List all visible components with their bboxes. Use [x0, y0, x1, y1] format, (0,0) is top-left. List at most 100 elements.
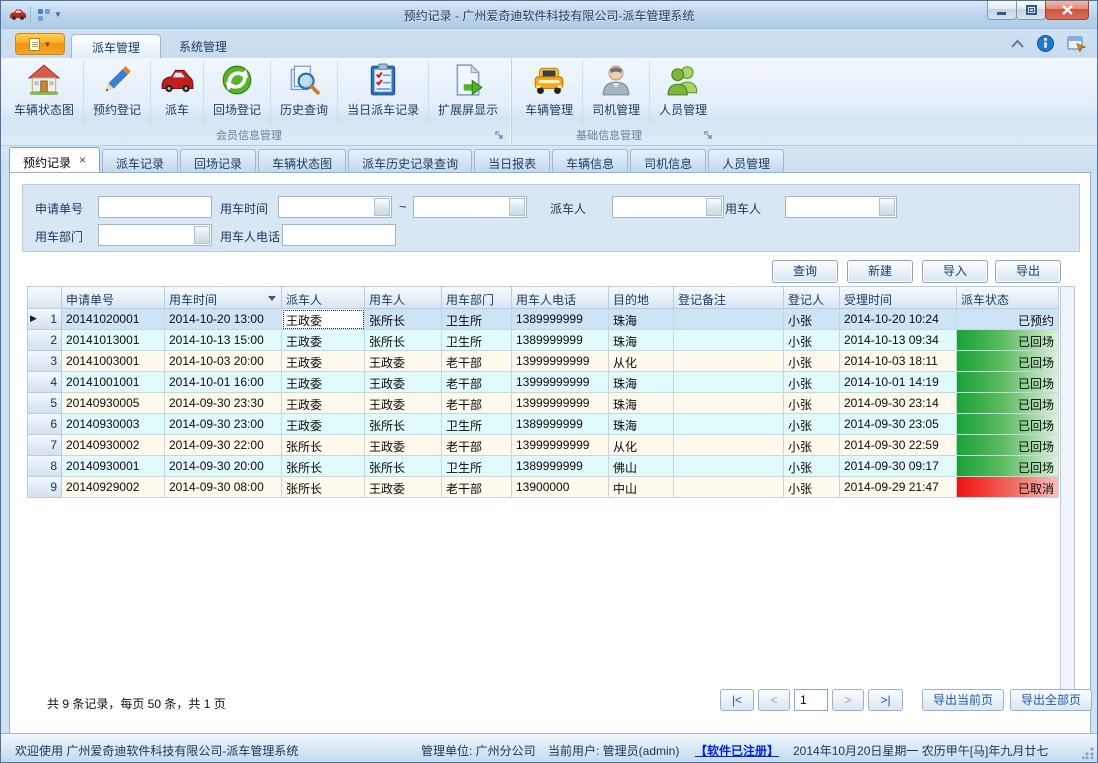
use-time-to-combo[interactable] [413, 196, 527, 218]
column-header[interactable]: 用车时间 [165, 286, 282, 309]
collapse-ribbon-icon[interactable] [1011, 39, 1024, 48]
cell-order[interactable]: 20140930003 [62, 414, 165, 435]
doctab-reservation-records[interactable]: 预约记录× [9, 147, 100, 173]
export-current-page-button[interactable]: 导出当前页 [922, 689, 1004, 711]
cell-dept[interactable]: 老干部 [442, 351, 512, 372]
user-phone-input[interactable] [282, 224, 396, 246]
cell-note[interactable] [674, 456, 784, 477]
table-row[interactable]: 7201409300022014-09-30 22:00张所长王政委老干部139… [27, 435, 1059, 456]
cell-order[interactable]: 20141013001 [62, 330, 165, 351]
cell-dispatcher[interactable]: 张所长 [282, 456, 365, 477]
row-header[interactable]: 4 [27, 372, 62, 393]
cell-registrar[interactable]: 小张 [784, 330, 840, 351]
cell-dept[interactable]: 老干部 [442, 435, 512, 456]
cell-user[interactable]: 王政委 [365, 393, 442, 414]
dialog-launcher-icon[interactable] [704, 131, 715, 142]
cell-dest[interactable]: 珠海 [609, 372, 674, 393]
cell-user[interactable]: 张所长 [365, 330, 442, 351]
cell-dept[interactable]: 卫生所 [442, 309, 512, 330]
column-header[interactable]: 用车人电话 [512, 286, 609, 309]
cell-status[interactable]: 已回场 [957, 456, 1059, 477]
cell-dispatcher[interactable]: 王政委 [282, 330, 365, 351]
cell-user[interactable]: 王政委 [365, 477, 442, 498]
cell-user[interactable]: 张所长 [365, 456, 442, 477]
extended-screen-button[interactable]: 扩展屏显示 [428, 60, 507, 126]
doctab-vehicle-status-map[interactable]: 车辆状态图 [258, 149, 346, 173]
table-row[interactable]: 4201410010012014-10-01 16:00王政委王政委老干部139… [27, 372, 1059, 393]
cell-note[interactable] [674, 351, 784, 372]
cell-dispatcher[interactable]: 王政委 [282, 372, 365, 393]
cell-dispatcher[interactable]: 张所长 [282, 435, 365, 456]
table-row[interactable]: 6201409300032014-09-30 23:00王政委张所长卫生所138… [27, 414, 1059, 435]
last-page-button[interactable]: >| [868, 689, 903, 711]
doctab-personnel-management[interactable]: 人员管理 [708, 149, 784, 173]
cell-accepted[interactable]: 2014-09-30 09:17 [840, 456, 957, 477]
cell-accepted[interactable]: 2014-10-01 14:19 [840, 372, 957, 393]
vertical-scrollbar[interactable] [1060, 286, 1075, 690]
cell-dest[interactable]: 珠海 [609, 309, 674, 330]
cell-time[interactable]: 2014-09-30 08:00 [165, 477, 282, 498]
cell-user[interactable]: 张所长 [365, 414, 442, 435]
query-button[interactable]: 查询 [772, 260, 838, 283]
cell-time[interactable]: 2014-09-30 20:00 [165, 456, 282, 477]
doctab-driver-info[interactable]: 司机信息 [630, 149, 706, 173]
row-header[interactable]: 2 [27, 330, 62, 351]
cell-time[interactable]: 2014-09-30 22:00 [165, 435, 282, 456]
export-button[interactable]: 导出 [995, 260, 1061, 283]
cell-time[interactable]: 2014-10-20 13:00 [165, 309, 282, 330]
cell-registrar[interactable]: 小张 [784, 435, 840, 456]
row-header[interactable]: 7 [27, 435, 62, 456]
cell-user[interactable]: 王政委 [365, 435, 442, 456]
request-no-input[interactable] [98, 196, 212, 218]
table-row[interactable]: 1▶201410200012014-10-20 13:00王政委张所长卫生所13… [27, 309, 1059, 330]
cell-note[interactable] [674, 372, 784, 393]
cell-status[interactable]: 已回场 [957, 414, 1059, 435]
column-header[interactable]: 登记备注 [674, 286, 784, 309]
cell-status[interactable]: 已回场 [957, 351, 1059, 372]
cell-status[interactable]: 已回场 [957, 330, 1059, 351]
cell-dispatcher[interactable]: 张所长 [282, 477, 365, 498]
cell-order[interactable]: 20141003001 [62, 351, 165, 372]
chevron-down-icon[interactable] [879, 198, 895, 216]
page-number-input[interactable] [794, 689, 828, 711]
row-header[interactable]: 6 [27, 414, 62, 435]
dispatch-button[interactable]: 派车 [150, 60, 203, 126]
cell-order[interactable]: 20141001001 [62, 372, 165, 393]
cell-phone[interactable]: 1389999999 [512, 414, 609, 435]
doctab-return-records[interactable]: 回场记录 [180, 149, 256, 173]
cell-registrar[interactable]: 小张 [784, 309, 840, 330]
user-combo[interactable] [785, 196, 897, 218]
import-button[interactable]: 导入 [922, 260, 988, 283]
cell-registrar[interactable]: 小张 [784, 372, 840, 393]
column-header[interactable]: 派车人 [282, 286, 365, 309]
cell-note[interactable] [674, 393, 784, 414]
cell-phone[interactable]: 1389999999 [512, 330, 609, 351]
cell-accepted[interactable]: 2014-10-03 18:11 [840, 351, 957, 372]
skin-style-icon[interactable] [1067, 35, 1087, 52]
cell-status[interactable]: 已取消 [957, 477, 1059, 498]
cell-phone[interactable]: 13999999999 [512, 351, 609, 372]
row-header[interactable]: 1▶ [27, 309, 62, 330]
column-header[interactable]: 受理时间 [840, 286, 957, 309]
column-header[interactable]: 登记人 [784, 286, 840, 309]
driver-management-button[interactable]: 司机管理 [582, 60, 649, 126]
cell-dest[interactable]: 珠海 [609, 393, 674, 414]
cell-registrar[interactable]: 小张 [784, 351, 840, 372]
cell-phone[interactable]: 1389999999 [512, 456, 609, 477]
chevron-down-icon[interactable] [194, 226, 210, 244]
table-row[interactable]: 8201409300012014-09-30 20:00张所长张所长卫生所138… [27, 456, 1059, 477]
cell-dest[interactable]: 从化 [609, 435, 674, 456]
cell-dest[interactable]: 珠海 [609, 414, 674, 435]
cell-accepted[interactable]: 2014-09-30 22:59 [840, 435, 957, 456]
cell-phone[interactable]: 13900000 [512, 477, 609, 498]
info-icon[interactable] [1037, 35, 1054, 52]
cell-dept[interactable]: 卫生所 [442, 456, 512, 477]
cell-user[interactable]: 王政委 [365, 372, 442, 393]
resize-grip-icon[interactable] [1082, 747, 1094, 759]
cell-note[interactable] [674, 435, 784, 456]
cell-accepted[interactable]: 2014-09-30 23:05 [840, 414, 957, 435]
history-query-button[interactable]: 历史查询 [270, 60, 337, 126]
cell-time[interactable]: 2014-10-01 16:00 [165, 372, 282, 393]
cell-time[interactable]: 2014-10-13 15:00 [165, 330, 282, 351]
chevron-down-icon[interactable] [374, 198, 390, 216]
